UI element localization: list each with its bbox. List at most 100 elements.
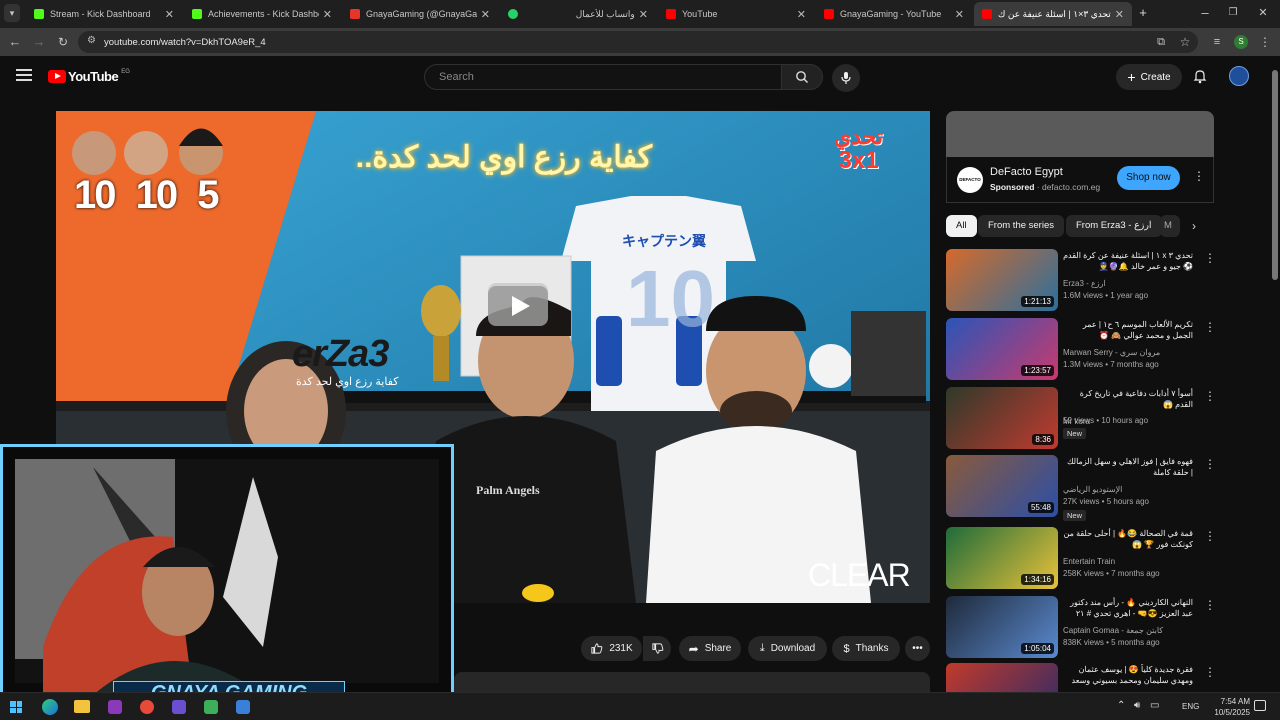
install-app-icon[interactable]: ⧉ [1152, 33, 1170, 51]
sidebar-video-1[interactable]: 1:21:13 تحدي ٣ x ١ | اسئلة عنيفة عن كرة … [946, 249, 1216, 311]
browser-menu-icon[interactable]: ⋮ [1256, 33, 1274, 51]
sidebar-video-7[interactable]: فقرة جديدة كلياً 😍 | يوسف عثمان ومهدي سل… [946, 663, 1216, 692]
volume-icon[interactable]: 🔊︎ [1134, 700, 1140, 711]
maximize-button[interactable]: ❐ [1224, 4, 1242, 22]
shop-now-button[interactable]: Shop now [1117, 166, 1180, 190]
sidebar-video-4[interactable]: 55:48 فهوه فايق | فوز الاهلي و سهل الزما… [946, 455, 1216, 521]
close-icon[interactable]: ✕ [639, 8, 648, 21]
microphone-icon [841, 72, 851, 84]
back-button[interactable]: ← [6, 33, 24, 51]
browser-tab-kick-achievements[interactable]: Achievements - Kick Dashboard✕ [184, 2, 340, 26]
sidebar-video-3[interactable]: 8:36 أسوأ ٧ أدابات دفاعية في تاريخ كرة ا… [946, 387, 1216, 449]
new-tab-button[interactable]: + [1134, 4, 1152, 22]
profile-icon [350, 9, 360, 19]
brand-sign: erZa3 [292, 333, 389, 375]
download-icon: ⤓ [759, 642, 765, 654]
close-icon[interactable]: ✕ [797, 8, 806, 21]
browser-tab-youtube[interactable]: YouTube ✕ [658, 2, 814, 26]
jersey-number: 10 [626, 254, 715, 343]
brand-sub-sign: كفاية رزع اوي لحد كدة [296, 376, 399, 388]
thanks-icon: $ [843, 642, 850, 655]
video-thumbnail[interactable]: 1:23:57 [946, 318, 1058, 380]
search-input[interactable]: Search [424, 64, 782, 90]
browser-tab-gnaya-youtube[interactable]: GnayaGaming - YouTube ✕ [816, 2, 972, 26]
reload-button[interactable]: ↻ [54, 33, 72, 51]
youtube-icon [666, 9, 676, 19]
video-thumbnail[interactable]: 1:05:04 [946, 596, 1058, 658]
tab-search-button[interactable]: ▾ [4, 4, 20, 22]
network-icon[interactable]: ▭ [1150, 700, 1159, 711]
chevron-right-icon[interactable]: › [1192, 219, 1196, 233]
address-bar[interactable]: ⚙ youtube.com/watch?v=DkhTOA9eR_4 [78, 31, 1198, 53]
forward-button[interactable]: → [30, 33, 48, 51]
video-menu-icon[interactable]: ⋮ [1204, 251, 1216, 265]
voice-search-button[interactable] [832, 64, 860, 92]
video-menu-icon[interactable]: ⋮ [1204, 529, 1216, 543]
media-controls-icon[interactable]: ≡ [1208, 33, 1226, 51]
chip-from-series[interactable]: From the series [978, 215, 1064, 237]
close-window-button[interactable]: ✕ [1254, 4, 1272, 22]
share-button[interactable]: ➦ Share [679, 636, 741, 661]
taskbar-app-icon[interactable] [204, 700, 218, 714]
video-menu-icon[interactable]: ⋮ [1204, 320, 1216, 334]
taskbar-app-icon[interactable] [140, 700, 154, 714]
close-icon[interactable]: ✕ [165, 8, 174, 21]
ad-menu-icon[interactable]: ⋮ [1193, 169, 1205, 183]
chip-all[interactable]: All [946, 215, 977, 237]
browser-toolbar: ← → ↻ ⚙ youtube.com/watch?v=DkhTOA9eR_4 … [0, 28, 1280, 56]
hamburger-menu-icon[interactable] [16, 69, 32, 81]
sidebar-video-2[interactable]: 1:23:57 تكريم الألعاب الموسم ٦ ح١ | عمر … [946, 318, 1216, 380]
browser-tab-gnaya-profile[interactable]: GnayaGaming (@GnayaGaming✕ [342, 2, 498, 26]
browser-tab-current-video[interactable]: تحدي ٣×١ | اسئلة عنيفة عن ك ✕ [974, 2, 1132, 26]
close-icon[interactable]: ✕ [481, 8, 490, 21]
clock[interactable]: 7:54 AM 10/5/2025 [1200, 696, 1250, 718]
create-button[interactable]: + Create [1116, 64, 1182, 90]
close-icon[interactable]: ✕ [1115, 8, 1124, 21]
thumbs-down-icon [651, 643, 663, 654]
new-badge: New [1063, 428, 1087, 439]
language-indicator[interactable]: ENG [1182, 702, 1199, 711]
video-menu-icon[interactable]: ⋮ [1204, 457, 1216, 471]
close-icon[interactable]: ✕ [323, 8, 332, 21]
account-avatar[interactable] [1229, 66, 1249, 86]
video-thumbnail[interactable]: 8:36 [946, 387, 1058, 449]
neon-caption: كفاية رزع اوي لحد كدة.. [355, 141, 652, 174]
youtube-logo[interactable]: YouTube EG [48, 69, 130, 84]
search-button[interactable] [781, 64, 823, 90]
more-actions-button[interactable]: ••• [905, 636, 930, 661]
video-thumbnail[interactable]: 1:34:16 [946, 527, 1058, 589]
page-scrollbar[interactable] [1272, 70, 1278, 280]
ad-banner-image[interactable] [946, 111, 1214, 157]
profile-avatar[interactable]: S [1234, 35, 1248, 49]
taskbar-app-icon[interactable] [172, 700, 186, 714]
sidebar-video-6[interactable]: 1:05:04 التهاني الكارديني 🔥 - رأس مند دك… [946, 596, 1216, 658]
video-menu-icon[interactable]: ⋮ [1204, 598, 1216, 612]
sidebar-video-5[interactable]: 1:34:16 قمة في الصحالة 😂🔥 | أحلى حلقة من… [946, 527, 1216, 589]
taskbar-app-icon[interactable] [108, 700, 122, 714]
minimize-button[interactable]: – [1196, 4, 1214, 22]
video-menu-icon[interactable]: ⋮ [1204, 389, 1216, 403]
notifications-bell-icon[interactable] [1192, 68, 1208, 89]
edge-icon[interactable] [42, 699, 58, 715]
browser-tab-kick-stream[interactable]: Stream - Kick Dashboard ✕ [26, 2, 182, 26]
bookmark-star-icon[interactable]: ☆ [1176, 33, 1194, 51]
video-thumbnail[interactable]: 55:48 [946, 455, 1058, 517]
file-explorer-icon[interactable] [74, 700, 90, 713]
chip-more[interactable]: M [1160, 215, 1180, 237]
description-box[interactable] [454, 672, 930, 692]
site-info-icon[interactable]: ⚙ [87, 35, 96, 46]
video-thumbnail[interactable] [946, 663, 1058, 692]
taskbar-app-icon[interactable] [236, 700, 250, 714]
windows-start-icon[interactable] [10, 701, 22, 713]
dislike-button[interactable] [643, 636, 671, 661]
browser-tab-whatsapp[interactable]: واتساب للأعمال ✕ [500, 2, 656, 26]
notification-icon[interactable] [1254, 700, 1266, 711]
download-button[interactable]: ⤓ Download [748, 636, 827, 661]
like-button[interactable]: 231K [581, 636, 642, 661]
thanks-button[interactable]: $ Thanks [832, 636, 900, 661]
video-thumbnail[interactable]: 1:21:13 [946, 249, 1058, 311]
chip-from-channel[interactable]: From Erza3 - ارزع [1066, 215, 1162, 237]
video-menu-icon[interactable]: ⋮ [1204, 665, 1216, 679]
close-icon[interactable]: ✕ [955, 8, 964, 21]
tray-chevron-icon[interactable]: ⌃ [1117, 700, 1125, 711]
